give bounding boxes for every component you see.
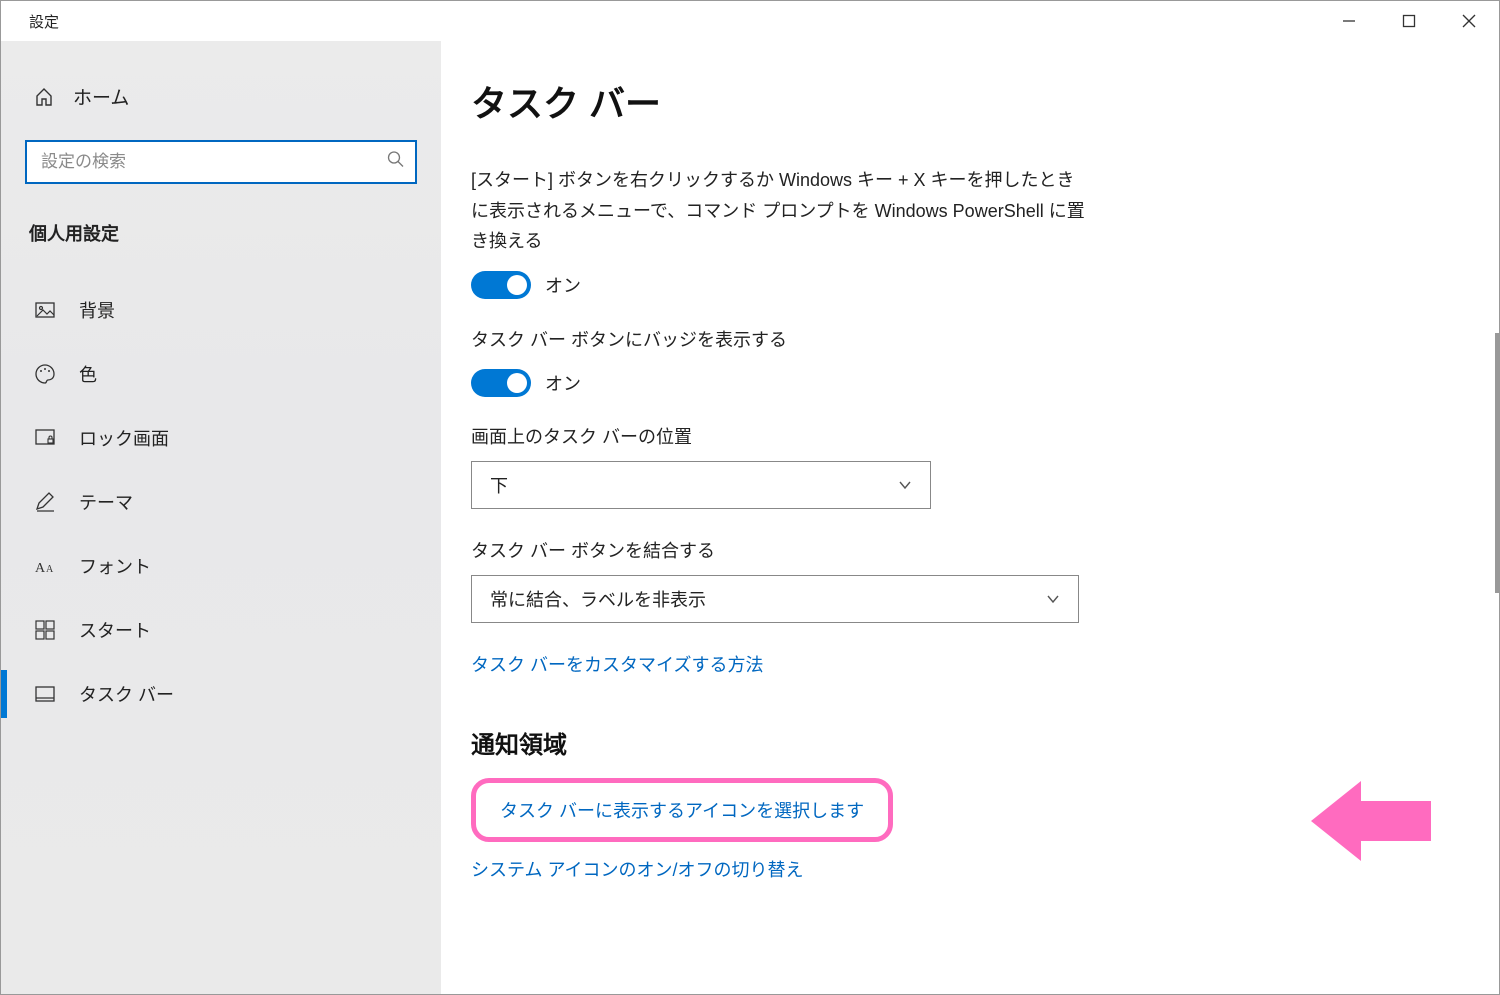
minimize-button[interactable]: [1319, 1, 1379, 41]
toggle-badges-state: オン: [545, 370, 581, 396]
chevron-down-icon: [1046, 591, 1060, 607]
window-title: 設定: [1, 11, 59, 32]
customize-taskbar-link[interactable]: タスク バーをカスタマイズする方法: [471, 651, 763, 677]
start-icon: [33, 618, 57, 642]
palette-icon: [33, 362, 57, 386]
taskbar-icon: [33, 682, 57, 706]
page-title: タスク バー: [471, 75, 1439, 127]
picture-icon: [33, 298, 57, 322]
sidebar-item-label: 色: [79, 361, 97, 387]
close-button[interactable]: [1439, 1, 1499, 41]
system-icons-link[interactable]: システム アイコンのオン/オフの切り替え: [471, 856, 804, 882]
sidebar-item-themes[interactable]: テーマ: [1, 470, 441, 534]
home-link[interactable]: ホーム: [1, 71, 441, 122]
sidebar-item-colors[interactable]: 色: [1, 342, 441, 406]
toggle-powershell[interactable]: [471, 271, 531, 299]
chevron-down-icon: [898, 477, 912, 493]
sidebar-item-start[interactable]: スタート: [1, 598, 441, 662]
sidebar-item-label: フォント: [79, 553, 151, 579]
home-label: ホーム: [73, 83, 129, 110]
sidebar-item-label: ロック画面: [79, 425, 169, 451]
combine-buttons-label: タスク バー ボタンを結合する: [471, 537, 1439, 563]
sidebar-item-label: タスク バー: [79, 681, 174, 707]
toggle-powershell-state: オン: [545, 272, 581, 298]
toggle-badges[interactable]: [471, 369, 531, 397]
main-content: タスク バー [スタート] ボタンを右クリックするか Windows キー + …: [441, 41, 1499, 994]
section-title: 個人用設定: [1, 194, 441, 254]
sidebar-item-label: テーマ: [79, 489, 133, 515]
pencil-icon: [33, 490, 57, 514]
arrow-annotation: [1311, 781, 1431, 861]
sidebar: ホーム 個人用設定 背景 色 ロック画面 テーマ: [1, 41, 441, 994]
sidebar-item-label: スタート: [79, 617, 151, 643]
highlight-annotation: タスク バーに表示するアイコンを選択します: [471, 778, 893, 842]
sidebar-item-fonts[interactable]: AA フォント: [1, 534, 441, 598]
combine-buttons-value: 常に結合、ラベルを非表示: [490, 586, 706, 612]
taskbar-position-label: 画面上のタスク バーの位置: [471, 423, 1439, 449]
scrollbar[interactable]: [1495, 333, 1499, 593]
sidebar-item-lockscreen[interactable]: ロック画面: [1, 406, 441, 470]
svg-text:A: A: [35, 561, 46, 576]
sidebar-item-label: 背景: [79, 297, 115, 323]
lock-screen-icon: [33, 426, 57, 450]
maximize-button[interactable]: [1379, 1, 1439, 41]
notification-area-heading: 通知領域: [471, 725, 1439, 760]
search-input[interactable]: [25, 140, 417, 184]
taskbar-position-value: 下: [490, 472, 508, 498]
sidebar-item-taskbar[interactable]: タスク バー: [1, 662, 441, 726]
setting-powershell-desc: [スタート] ボタンを右クリックするか Windows キー + X キーを押し…: [471, 165, 1091, 257]
combine-buttons-select[interactable]: 常に結合、ラベルを非表示: [471, 575, 1079, 623]
search-icon: [387, 151, 405, 174]
taskbar-position-select[interactable]: 下: [471, 461, 931, 509]
sidebar-item-background[interactable]: 背景: [1, 278, 441, 342]
home-icon: [33, 86, 55, 108]
select-icons-link[interactable]: タスク バーに表示するアイコンを選択します: [500, 797, 864, 823]
font-icon: AA: [33, 554, 57, 578]
setting-badges-desc: タスク バー ボタンにバッジを表示する: [471, 325, 1091, 356]
svg-text:A: A: [46, 564, 54, 575]
